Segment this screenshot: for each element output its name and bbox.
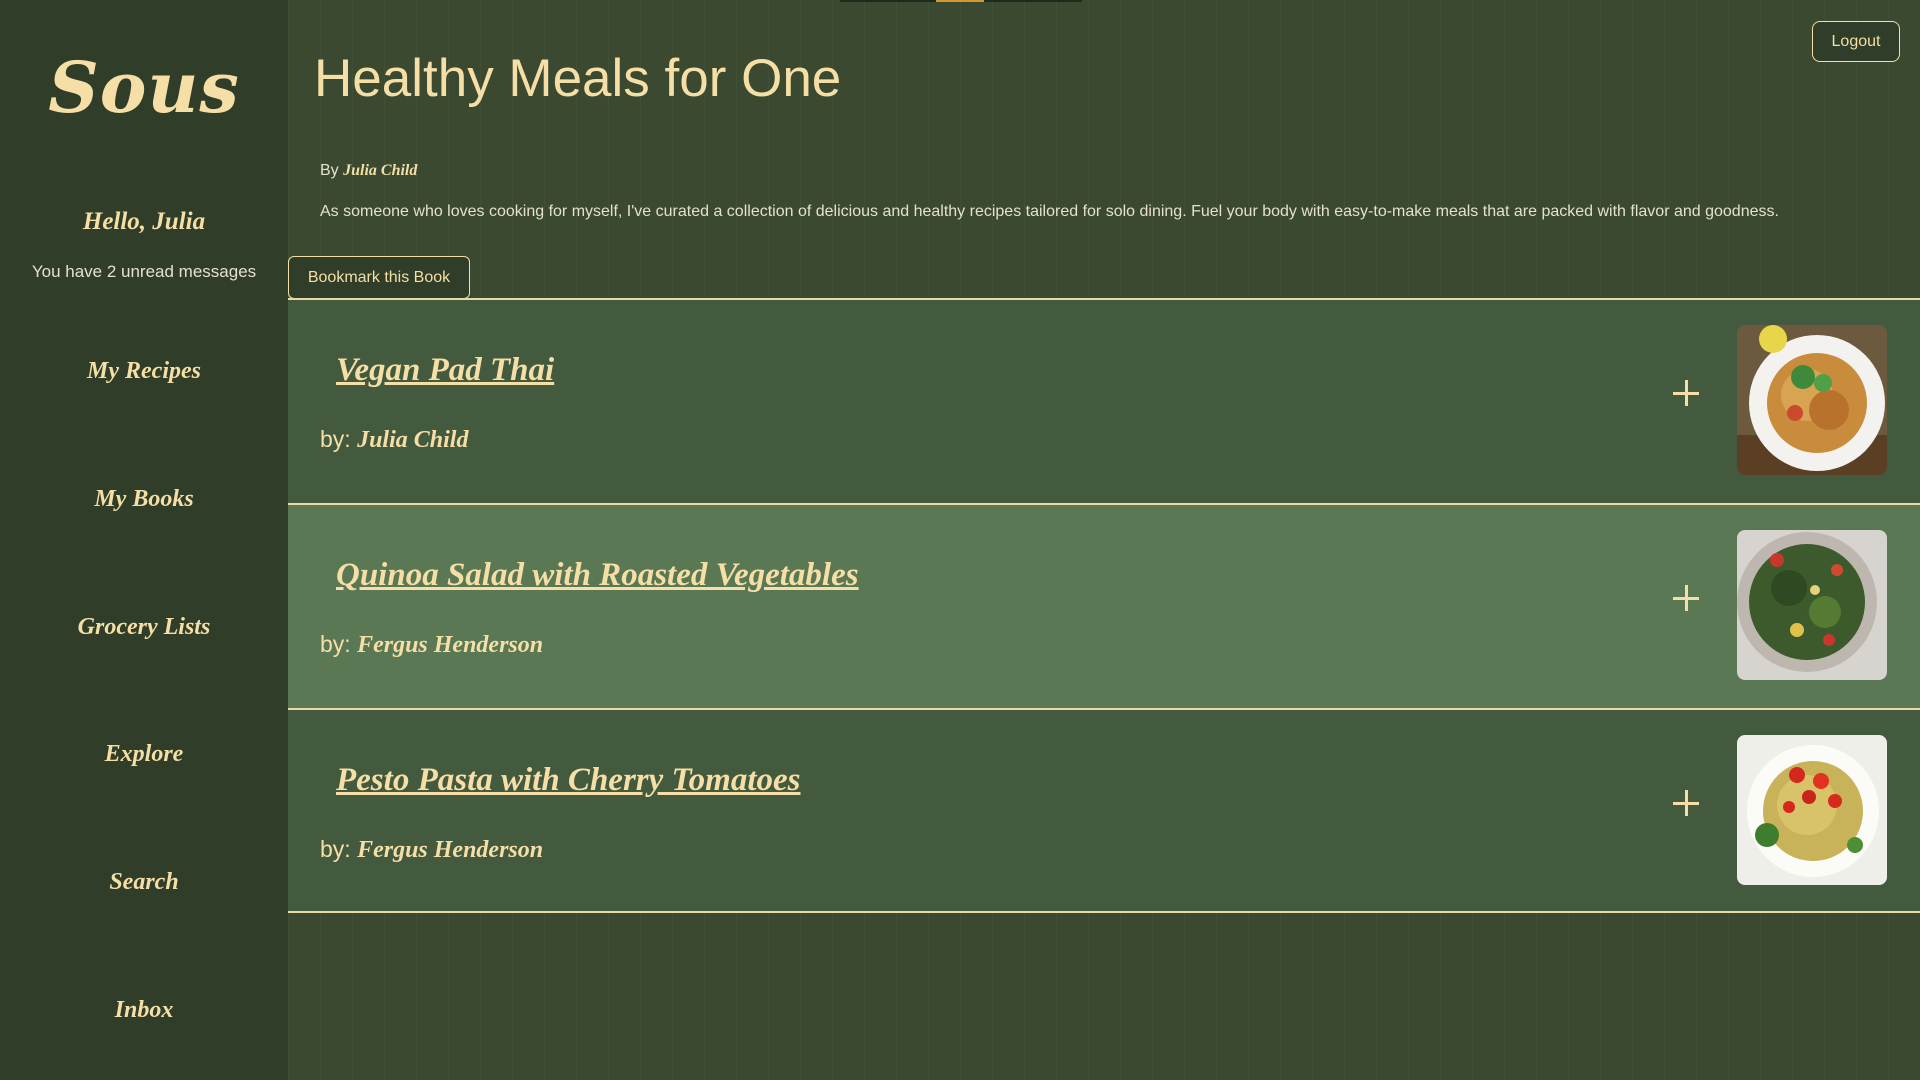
pesto-pasta-photo[interactable] <box>1737 735 1887 885</box>
page-title: Healthy Meals for One <box>314 49 842 108</box>
recipe-by-prefix: by: <box>320 836 351 862</box>
logout-button[interactable]: Logout <box>1812 21 1900 62</box>
unread-messages-text: You have 2 unread messages <box>31 262 257 281</box>
recipe-row: Pesto Pasta with Cherry Tomatoes by: Fer… <box>288 708 1920 913</box>
quinoa-salad-photo[interactable] <box>1737 530 1887 680</box>
recipe-byline: by: Julia Child <box>320 426 468 454</box>
greeting: Hello, Julia <box>82 208 206 235</box>
recipe-author[interactable]: Fergus Henderson <box>357 632 543 658</box>
active-tab-marker <box>936 0 984 2</box>
recipe-row: Vegan Pad Thai by: Julia Child <box>288 298 1920 503</box>
add-recipe-plus-icon[interactable] <box>1673 380 1699 406</box>
app-logo[interactable]: Sous <box>0 46 288 129</box>
main-content: Logout Healthy Meals for One By Julia Ch… <box>288 0 1920 1080</box>
book-description: As someone who loves cooking for myself,… <box>320 203 1779 220</box>
recipe-byline: by: Fergus Henderson <box>320 631 543 659</box>
nav-my-recipes[interactable]: My Recipes <box>0 358 288 385</box>
bookmark-book-button[interactable]: Bookmark this Book <box>288 256 470 299</box>
add-recipe-plus-icon[interactable] <box>1673 790 1699 816</box>
recipe-row: Quinoa Salad with Roasted Vegetables by:… <box>288 503 1920 708</box>
nav-explore[interactable]: Explore <box>0 741 288 768</box>
recipe-by-prefix: by: <box>320 631 351 657</box>
recipe-title-link[interactable]: Pesto Pasta with Cherry Tomatoes <box>336 762 800 799</box>
recipe-byline: by: Fergus Henderson <box>320 836 543 864</box>
nav-my-books[interactable]: My Books <box>0 486 288 513</box>
byline-prefix: By <box>320 162 339 179</box>
book-author[interactable]: Julia Child <box>343 162 417 179</box>
recipe-title-link[interactable]: Quinoa Salad with Roasted Vegetables <box>336 557 859 594</box>
add-recipe-plus-icon[interactable] <box>1673 585 1699 611</box>
app-root: Sous Hello, Julia You have 2 unread mess… <box>0 0 1920 1080</box>
book-byline: By Julia Child <box>320 162 417 180</box>
nav-search[interactable]: Search <box>0 869 288 896</box>
pad-thai-photo[interactable] <box>1737 325 1887 475</box>
nav-inbox[interactable]: Inbox <box>0 997 288 1024</box>
recipe-title-link[interactable]: Vegan Pad Thai <box>336 352 554 389</box>
sidebar: Sous Hello, Julia You have 2 unread mess… <box>0 0 288 1080</box>
recipe-by-prefix: by: <box>320 426 351 452</box>
top-tab-indicator <box>840 0 1082 2</box>
recipe-author[interactable]: Julia Child <box>357 427 468 453</box>
recipe-list: Vegan Pad Thai by: Julia Child Quinoa Sa… <box>288 298 1920 913</box>
recipe-author[interactable]: Fergus Henderson <box>357 837 543 863</box>
nav-grocery-lists[interactable]: Grocery Lists <box>0 614 288 641</box>
